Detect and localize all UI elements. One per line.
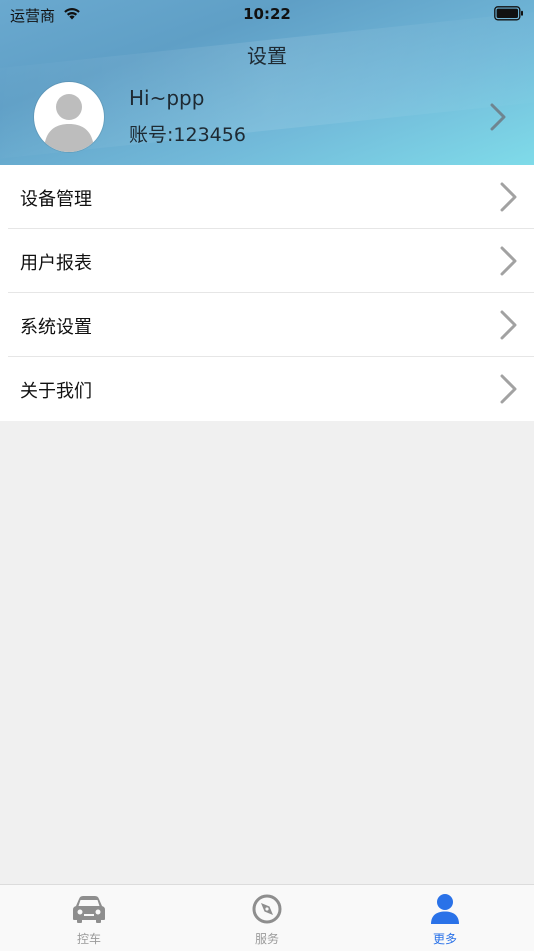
tab-bar: 控车 服务 更多 xyxy=(0,884,534,951)
person-icon xyxy=(427,893,463,929)
account-number: 123456 xyxy=(173,124,246,146)
profile-card[interactable]: Hi~ppp 账号:123456 xyxy=(0,80,534,156)
status-bar: 运营商 10:22 xyxy=(0,0,534,30)
page-title: 设置 xyxy=(247,44,287,68)
menu-item-user-report[interactable]: 用户报表 xyxy=(0,229,534,293)
tab-label: 控车 xyxy=(76,932,101,946)
avatar[interactable] xyxy=(34,82,104,152)
menu-item-about-us[interactable]: 关于我们 xyxy=(0,357,534,421)
tab-label: 服务 xyxy=(254,932,279,946)
chevron-right-icon xyxy=(497,373,519,409)
battery-icon xyxy=(494,6,524,25)
account-info: 账号:123456 xyxy=(129,120,246,147)
menu-item-device-management[interactable]: 设备管理 xyxy=(0,165,534,229)
tab-service[interactable]: 服务 xyxy=(178,885,356,951)
user-greeting: Hi~ppp xyxy=(129,86,205,110)
menu-item-label: 设备管理 xyxy=(20,189,92,210)
menu-item-system-settings[interactable]: 系统设置 xyxy=(0,293,534,357)
chevron-right-icon xyxy=(497,181,519,217)
profile-header: 运营商 10:22 设置 Hi~ppp 账号:123456 xyxy=(0,0,534,165)
menu-item-label: 关于我们 xyxy=(20,381,92,402)
tab-label: 更多 xyxy=(432,932,457,946)
chevron-right-icon xyxy=(497,245,519,281)
settings-menu: 设备管理 用户报表 系统设置 关于我们 xyxy=(0,165,534,421)
tab-more[interactable]: 更多 xyxy=(356,885,534,951)
default-avatar-icon xyxy=(44,94,94,152)
tab-vehicle-control[interactable]: 控车 xyxy=(0,885,178,951)
status-time: 10:22 xyxy=(243,5,291,23)
chevron-right-icon[interactable] xyxy=(488,102,508,136)
car-icon xyxy=(71,893,107,929)
chevron-right-icon xyxy=(497,309,519,345)
compass-icon xyxy=(249,893,285,929)
account-label: 账号: xyxy=(129,124,174,146)
menu-item-label: 用户报表 xyxy=(20,253,92,274)
menu-item-label: 系统设置 xyxy=(20,317,92,338)
